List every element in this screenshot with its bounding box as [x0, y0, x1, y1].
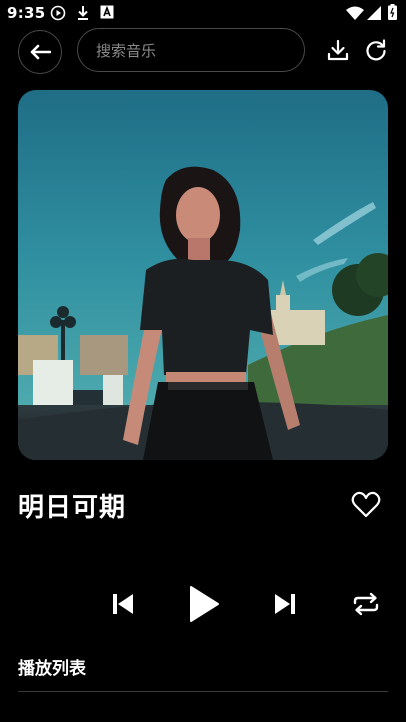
back-arrow-icon	[30, 44, 51, 60]
download-icon	[327, 39, 349, 61]
previous-button[interactable]	[109, 590, 137, 618]
refresh-button[interactable]	[362, 36, 390, 64]
search-input[interactable]: 搜索音乐	[77, 28, 305, 72]
play-circle-icon	[50, 5, 66, 21]
download-status-icon	[78, 6, 88, 20]
skip-previous-icon	[113, 594, 133, 614]
search-placeholder: 搜索音乐	[96, 41, 157, 60]
favorite-button[interactable]	[351, 491, 381, 519]
battery-icon	[388, 4, 397, 20]
album-cover-image	[18, 90, 388, 460]
wifi-icon	[346, 6, 364, 20]
signal-icon	[367, 6, 381, 20]
skip-next-icon	[275, 594, 295, 614]
refresh-icon	[366, 39, 386, 61]
album-cover	[18, 90, 388, 460]
play-button[interactable]	[184, 583, 224, 625]
playlist-heading: 播放列表	[18, 659, 86, 679]
repeat-icon	[353, 592, 379, 616]
status-bar: 9:35	[0, 0, 406, 28]
status-time: 9:35	[7, 4, 46, 22]
repeat-button[interactable]	[350, 589, 382, 619]
song-title: 明日可期	[18, 493, 127, 523]
heart-outline-icon	[351, 491, 381, 518]
playlist-divider	[18, 691, 388, 692]
top-bar: 搜索音乐	[0, 28, 406, 76]
download-button[interactable]	[324, 36, 352, 64]
next-button[interactable]	[271, 590, 299, 618]
a-icon	[100, 5, 114, 19]
back-button[interactable]	[18, 30, 62, 74]
play-icon	[190, 586, 219, 622]
